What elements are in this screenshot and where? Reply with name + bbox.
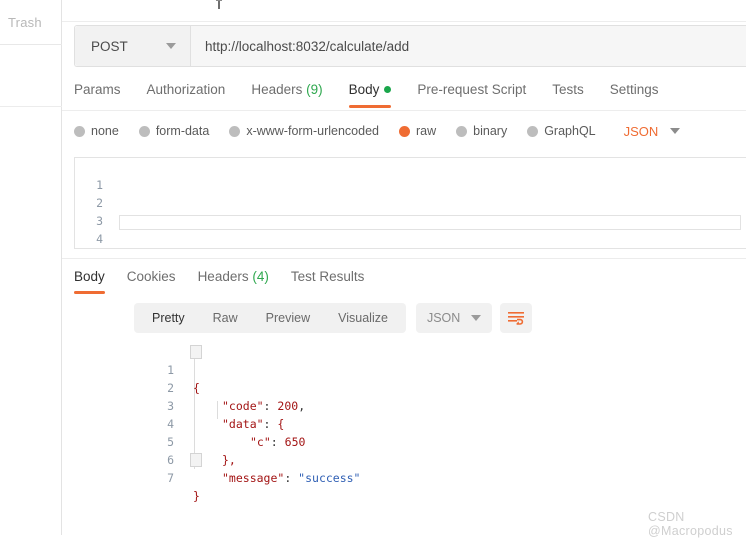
response-line-1: 1 { bbox=[74, 343, 746, 395]
body-language-select[interactable]: JSON bbox=[624, 124, 681, 139]
tab-label: Headers bbox=[251, 82, 303, 97]
http-method-select[interactable]: POST bbox=[75, 26, 191, 66]
response-view-raw[interactable]: Raw bbox=[199, 303, 252, 333]
body-type-radio-raw[interactable]: raw bbox=[399, 124, 436, 138]
json-key-message: "message" bbox=[222, 471, 285, 485]
request-tabs: Params Authorization Headers (9) Body Pre-re… bbox=[74, 78, 746, 111]
json-colon: : bbox=[284, 471, 299, 485]
response-view-pretty[interactable]: Pretty bbox=[138, 303, 199, 333]
tab-label: Params bbox=[74, 82, 121, 97]
tab-label: Test Results bbox=[290, 269, 365, 284]
radio-label: x-www-form-urlencoded bbox=[246, 124, 379, 138]
line-number: 7 bbox=[167, 471, 174, 485]
tab-label: Body bbox=[74, 269, 105, 284]
request-body-editor[interactable]: 1 2 {"a":618, "b": 32} 3 4 bbox=[74, 157, 746, 249]
request-tab-tests[interactable]: Tests bbox=[552, 78, 584, 109]
json-brace-close: } bbox=[193, 489, 200, 503]
response-tab-headers[interactable]: Headers (4) bbox=[198, 265, 269, 295]
panel-top-strip bbox=[62, 0, 746, 22]
json-value-message: "success" bbox=[298, 471, 361, 485]
tab-label: Pre-request Script bbox=[417, 82, 527, 97]
tab-count-badge: (4) bbox=[252, 269, 269, 284]
active-tab-underline bbox=[348, 105, 392, 108]
url-bar: POST http://localhost:8032/calculate/add bbox=[74, 25, 746, 67]
response-line-6: 6 "message": "success" bbox=[74, 433, 746, 485]
tab-label: Authorization bbox=[146, 82, 226, 97]
response-tabs: Body Cookies Headers (4) Test Results bbox=[74, 265, 746, 295]
url-input[interactable]: http://localhost:8032/calculate/add bbox=[191, 26, 746, 66]
response-line-7: 7 } bbox=[74, 451, 746, 503]
chevron-down-icon bbox=[670, 128, 681, 134]
sidebar-item-trash[interactable]: Trash bbox=[8, 15, 42, 30]
response-line-5: 5 }, bbox=[74, 415, 746, 467]
response-body-viewer[interactable]: 1 { 2 "code": 200, 3 "data": { 4 "c": 65… bbox=[74, 343, 746, 503]
editor-line-2: 2 {"a":618, "b": 32} bbox=[75, 176, 746, 228]
request-tab-params[interactable]: Params bbox=[74, 78, 121, 109]
response-line-3: 3 "data": { bbox=[74, 379, 746, 431]
response-toolbar: Pretty Raw Preview Visualize JSON bbox=[134, 303, 533, 333]
response-divider bbox=[62, 258, 746, 259]
radio-icon bbox=[527, 125, 539, 137]
wrap-text-icon bbox=[508, 312, 525, 325]
response-view-modes: Pretty Raw Preview Visualize bbox=[134, 303, 406, 333]
radio-icon bbox=[229, 125, 241, 137]
body-present-dot-icon bbox=[384, 86, 392, 93]
chevron-down-icon bbox=[166, 43, 176, 49]
radio-label: none bbox=[91, 124, 119, 138]
radio-icon bbox=[456, 125, 468, 137]
request-tab-authorization[interactable]: Authorization bbox=[147, 78, 226, 109]
body-type-radio-graphql[interactable]: GraphQL bbox=[527, 124, 596, 138]
request-tabs-baseline bbox=[62, 110, 746, 111]
request-response-panel: POST http://localhost:8032/calculate/add… bbox=[62, 0, 746, 538]
body-type-radio-binary[interactable]: binary bbox=[456, 124, 507, 138]
request-tab-headers[interactable]: Headers (9) bbox=[251, 78, 322, 109]
radio-icon bbox=[74, 125, 85, 137]
response-view-visualize[interactable]: Visualize bbox=[324, 303, 402, 333]
response-line-2: 2 "code": 200, bbox=[74, 361, 746, 413]
watermark: CSDN @Macropodus bbox=[648, 510, 733, 538]
tab-count-badge: (9) bbox=[306, 82, 323, 97]
radio-label: GraphQL bbox=[544, 124, 596, 138]
radio-icon bbox=[138, 125, 150, 137]
chevron-down-icon bbox=[471, 315, 482, 321]
response-format-select[interactable]: JSON bbox=[415, 303, 493, 333]
text-cursor-artifact bbox=[216, 0, 222, 9]
radio-label: binary bbox=[473, 124, 508, 138]
response-tab-cookies[interactable]: Cookies bbox=[127, 265, 176, 295]
active-tab-underline bbox=[74, 291, 105, 294]
response-tab-test-results[interactable]: Test Results bbox=[291, 265, 365, 295]
editor-line-3: 3 bbox=[75, 194, 746, 228]
sidebar-divider-2 bbox=[0, 106, 62, 107]
http-method-label: POST bbox=[91, 38, 128, 54]
request-tab-pre-request-script[interactable]: Pre-request Script bbox=[417, 78, 526, 109]
editor-line-4: 4 bbox=[75, 212, 746, 246]
sidebar-divider-1 bbox=[0, 44, 62, 45]
editor-hint-input[interactable] bbox=[119, 215, 741, 230]
body-language-label: JSON bbox=[623, 123, 659, 139]
request-tab-body[interactable]: Body bbox=[348, 78, 392, 109]
response-line-4: 4 "c": 650 bbox=[74, 397, 746, 449]
body-type-radio-group: none form-data x-www-form-urlencoded raw bin… bbox=[74, 119, 746, 143]
radio-icon bbox=[399, 125, 410, 137]
tab-label: Headers bbox=[197, 269, 249, 284]
response-view-preview[interactable]: Preview bbox=[252, 303, 324, 333]
tab-label: Cookies bbox=[126, 269, 176, 284]
tab-label: Tests bbox=[552, 82, 584, 97]
left-sidebar: Trash bbox=[0, 0, 62, 535]
body-type-radio-form-data[interactable]: form-data bbox=[138, 124, 210, 138]
body-type-radio-x-www-form-urlencoded[interactable]: x-www-form-urlencoded bbox=[229, 124, 379, 138]
line-number: 4 bbox=[96, 232, 103, 246]
tab-label: Settings bbox=[609, 82, 659, 97]
request-tab-settings[interactable]: Settings bbox=[610, 78, 659, 109]
radio-label: form-data bbox=[155, 124, 210, 138]
response-format-label: JSON bbox=[426, 311, 461, 325]
tab-label: Body bbox=[348, 82, 380, 97]
radio-label: raw bbox=[416, 124, 437, 138]
body-type-radio-none[interactable]: none bbox=[74, 124, 119, 138]
wrap-text-button[interactable] bbox=[500, 303, 533, 333]
response-tab-body[interactable]: Body bbox=[74, 265, 105, 295]
editor-line-1: 1 bbox=[75, 158, 746, 192]
